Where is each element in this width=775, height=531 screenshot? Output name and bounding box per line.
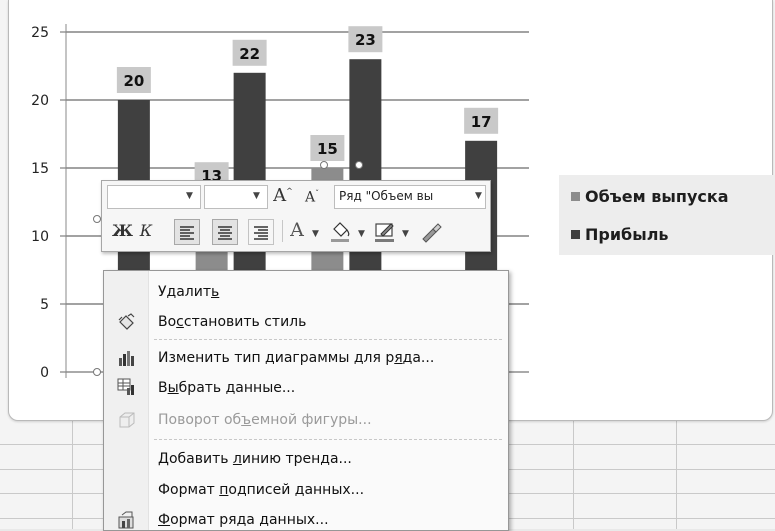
fill-color-button[interactable]	[328, 219, 352, 245]
access-key: ъ	[241, 412, 252, 428]
context-menu: Удалить Восстановить стиль Изменить тип …	[103, 270, 509, 531]
legend-item-volume[interactable]: Объем выпуска	[571, 187, 729, 206]
y-tick-label: 20	[31, 93, 49, 109]
menu-item-reset-style[interactable]: Восстановить стиль	[158, 314, 306, 330]
access-key: ь	[211, 284, 220, 300]
selection-handle	[93, 368, 101, 376]
legend-label: Прибыль	[585, 225, 669, 244]
align-center-icon	[218, 226, 232, 240]
align-left-button[interactable]	[174, 219, 200, 245]
access-key: с	[176, 314, 184, 330]
y-tick-label: 10	[31, 229, 49, 245]
selection-handle	[355, 161, 363, 169]
menu-item-format-data-labels[interactable]: Формат подписей данных...	[158, 482, 364, 498]
menu-item-3d-rotation: Поворот объемной фигуры...	[158, 412, 372, 428]
menu-label: Удалит	[158, 284, 211, 300]
outline-color-button[interactable]	[372, 219, 398, 245]
menu-label: одписей данных...	[228, 482, 365, 498]
menu-label: В	[158, 380, 168, 396]
align-left-icon	[180, 226, 194, 240]
chevron-down-icon[interactable]: ▼	[358, 229, 365, 239]
menu-label: Изменить тип диаграммы для р	[158, 350, 395, 366]
align-center-button[interactable]	[212, 219, 238, 245]
reset-style-icon	[118, 313, 135, 330]
chevron-down-icon[interactable]: ▼	[253, 191, 260, 201]
chart-type-icon	[119, 351, 134, 366]
font-color-button[interactable]: A	[286, 219, 308, 241]
grow-font-label: A	[273, 185, 287, 206]
legend-label: Объем выпуска	[585, 187, 729, 206]
shrink-font-label: A	[304, 189, 316, 206]
align-right-icon	[254, 226, 268, 240]
access-key: я	[394, 350, 403, 366]
menu-label: инию тренда...	[241, 451, 352, 467]
data-label: 23	[355, 31, 376, 49]
selection-handle	[93, 215, 101, 223]
grow-font-button[interactable]: A^	[272, 185, 294, 206]
grid-line	[72, 420, 73, 529]
format-series-icon	[118, 511, 134, 529]
format-painter-icon	[422, 223, 442, 243]
grid-line	[676, 420, 677, 529]
menu-gutter	[104, 271, 149, 530]
chevron-down-icon[interactable]: ▼	[186, 191, 193, 201]
access-key: ы	[167, 380, 179, 396]
menu-label: брать данные...	[178, 380, 296, 396]
data-label: 22	[239, 45, 260, 63]
menu-label: да...	[402, 350, 435, 366]
legend[interactable]: Объем выпуска Прибыль	[559, 175, 775, 255]
menu-label: емной фигуры...	[251, 412, 372, 428]
align-right-button[interactable]	[248, 219, 274, 245]
menu-label: ормат ряда данных...	[170, 512, 329, 528]
data-label: 20	[123, 72, 144, 90]
y-tick-label: 0	[40, 365, 49, 381]
y-tick-label: 5	[40, 297, 49, 313]
italic-button[interactable]: К	[136, 221, 156, 243]
mini-toolbar: ▼ ▼ A^ Aˇ Ряд "Объем вы ▼ Ж К A ▼ ▼ ▼	[101, 180, 491, 252]
data-label: 17	[471, 113, 492, 131]
menu-label: Добавить	[158, 451, 233, 467]
y-tick-label: 15	[31, 161, 49, 177]
rotate-3d-icon	[119, 412, 135, 428]
selection-handle	[320, 161, 328, 169]
series-selector-value: Ряд "Объем вы	[339, 189, 434, 203]
menu-label: Формат	[158, 482, 220, 498]
legend-swatch	[571, 230, 580, 239]
shrink-font-button[interactable]: Aˇ	[302, 189, 322, 206]
menu-item-format-series[interactable]: Формат ряда данных...	[158, 512, 329, 528]
chevron-down-icon[interactable]: ▼	[402, 229, 409, 239]
chevron-down-icon[interactable]: ▼	[312, 229, 319, 239]
legend-item-profit[interactable]: Прибыль	[571, 225, 669, 244]
access-key: л	[232, 451, 242, 467]
menu-divider	[154, 439, 502, 440]
menu-item-change-chart-type[interactable]: Изменить тип диаграммы для ряда...	[158, 350, 434, 366]
select-data-icon	[117, 378, 134, 395]
chevron-down-icon[interactable]: ▼	[473, 191, 482, 201]
menu-item-select-data[interactable]: Выбрать данные...	[158, 380, 295, 396]
format-painter-button[interactable]	[418, 219, 444, 245]
menu-divider	[154, 339, 502, 340]
menu-item-add-trendline[interactable]: Добавить линию тренда...	[158, 451, 352, 467]
data-label: 15	[317, 140, 338, 158]
legend-swatch	[571, 192, 580, 201]
pen-line-icon	[375, 223, 394, 242]
menu-label: Поворот об	[158, 412, 242, 428]
fill-bucket-icon	[331, 222, 350, 242]
y-tick-label: 25	[31, 25, 49, 41]
menu-label: Во	[158, 314, 177, 330]
menu-item-delete[interactable]: Удалить	[158, 284, 219, 300]
access-key: Ф	[158, 512, 171, 528]
menu-label: становить стиль	[183, 314, 307, 330]
grid-line	[573, 420, 574, 529]
toolbar-separator	[282, 220, 283, 242]
bold-button[interactable]: Ж	[112, 221, 133, 243]
series-selector[interactable]: Ряд "Объем вы	[334, 185, 486, 209]
